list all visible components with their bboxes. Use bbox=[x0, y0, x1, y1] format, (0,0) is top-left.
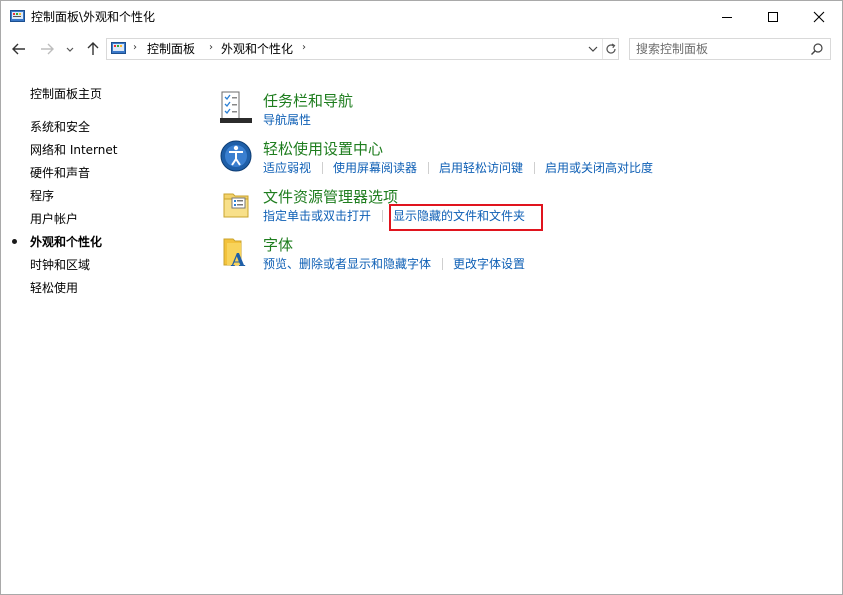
chevron-down-icon bbox=[588, 46, 598, 52]
close-button[interactable] bbox=[796, 1, 842, 33]
arrow-up-icon bbox=[87, 42, 99, 55]
link-low-vision[interactable]: 适应弱视 bbox=[263, 161, 311, 175]
arrow-right-icon bbox=[41, 43, 54, 55]
sidebar-item-appearance[interactable]: 外观和个性化 bbox=[30, 235, 102, 249]
up-button[interactable] bbox=[83, 39, 103, 59]
chevron-right-icon[interactable]: › bbox=[302, 42, 306, 53]
arrow-left-icon bbox=[12, 43, 25, 55]
sidebar-item-system-security[interactable]: 系统和安全 bbox=[30, 120, 90, 134]
annotation-highlight-box bbox=[389, 204, 543, 231]
folder-options-icon[interactable] bbox=[219, 187, 253, 221]
link-accessibility-keys[interactable]: 启用轻松访问键 bbox=[439, 161, 523, 175]
sidebar-item-network-internet[interactable]: 网络和 Internet bbox=[30, 143, 117, 157]
back-button[interactable] bbox=[9, 39, 29, 59]
window-title: 控制面板\外观和个性化 bbox=[31, 10, 156, 24]
sidebar-item-programs[interactable]: 程序 bbox=[30, 189, 54, 203]
address-dropdown-button[interactable] bbox=[585, 39, 601, 59]
search-box[interactable] bbox=[629, 38, 831, 60]
current-item-bullet bbox=[12, 239, 17, 244]
link-separator bbox=[382, 210, 383, 222]
close-icon bbox=[813, 11, 825, 23]
link-separator bbox=[322, 162, 323, 174]
link-navigation-properties[interactable]: 导航属性 bbox=[263, 113, 311, 127]
sidebar-item-home[interactable]: 控制面板主页 bbox=[30, 87, 102, 101]
category-title-file-explorer-options[interactable]: 文件资源管理器选项 bbox=[263, 188, 398, 206]
chevron-right-icon[interactable]: › bbox=[209, 42, 213, 53]
category-title-fonts[interactable]: 字体 bbox=[263, 236, 293, 254]
sidebar-item-ease-of-access[interactable]: 轻松使用 bbox=[30, 281, 78, 295]
maximize-button[interactable] bbox=[750, 1, 796, 33]
control-panel-icon bbox=[111, 42, 126, 54]
search-icon[interactable] bbox=[810, 42, 824, 56]
breadcrumb-appearance[interactable]: 外观和个性化 bbox=[221, 42, 293, 56]
link-screen-reader[interactable]: 使用屏幕阅读器 bbox=[333, 161, 417, 175]
chevron-right-icon[interactable]: › bbox=[133, 42, 137, 53]
refresh-icon bbox=[606, 43, 616, 54]
ease-of-access-icon[interactable] bbox=[219, 139, 253, 173]
link-single-double-click[interactable]: 指定单击或双击打开 bbox=[263, 209, 371, 223]
link-separator bbox=[428, 162, 429, 174]
link-separator bbox=[442, 258, 443, 270]
sidebar-item-clock-region[interactable]: 时钟和区域 bbox=[30, 258, 90, 272]
sidebar-item-user-accounts[interactable]: 用户帐户 bbox=[30, 212, 78, 226]
fonts-icon[interactable]: A bbox=[219, 235, 253, 269]
sidebar-item-hardware-sound[interactable]: 硬件和声音 bbox=[30, 166, 90, 180]
address-bar[interactable]: › 控制面板 › 外观和个性化 › bbox=[106, 38, 619, 60]
minimize-button[interactable] bbox=[704, 1, 750, 33]
link-change-font-settings[interactable]: 更改字体设置 bbox=[453, 257, 525, 271]
category-title-ease-of-access[interactable]: 轻松使用设置中心 bbox=[263, 140, 383, 158]
link-separator bbox=[534, 162, 535, 174]
svg-text:A: A bbox=[230, 250, 246, 269]
category-title-taskbar[interactable]: 任务栏和导航 bbox=[263, 92, 353, 110]
chevron-down-icon bbox=[66, 47, 74, 52]
title-bar[interactable]: 控制面板\外观和个性化 bbox=[1, 1, 842, 33]
taskbar-icon[interactable] bbox=[219, 91, 253, 125]
breadcrumb-control-panel[interactable]: 控制面板 bbox=[147, 42, 195, 56]
link-preview-delete-fonts[interactable]: 预览、删除或者显示和隐藏字体 bbox=[263, 257, 431, 271]
link-high-contrast[interactable]: 启用或关闭高对比度 bbox=[545, 161, 653, 175]
control-panel-icon bbox=[10, 10, 25, 22]
search-input[interactable] bbox=[636, 41, 806, 57]
forward-button[interactable] bbox=[37, 39, 57, 59]
recent-locations-button[interactable] bbox=[63, 39, 77, 59]
refresh-button[interactable] bbox=[602, 39, 619, 59]
control-panel-window: 控制面板\外观和个性化 › 控制面板 › 外观和个性化 › 搜索控制面板 控制面… bbox=[0, 0, 843, 595]
